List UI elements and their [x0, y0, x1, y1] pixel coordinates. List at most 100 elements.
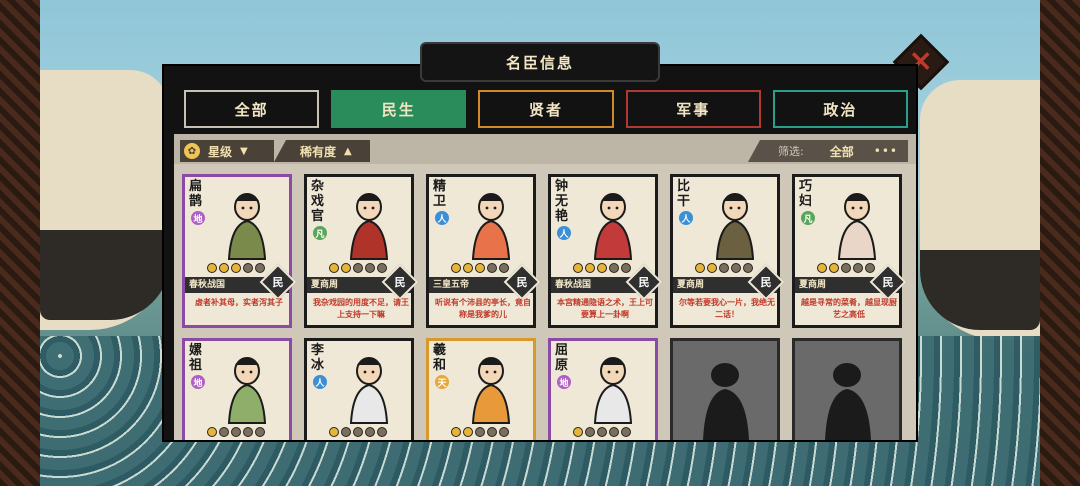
title-plate: 名臣信息	[420, 42, 660, 82]
star-icon	[219, 263, 229, 273]
star-icon	[829, 263, 839, 273]
chevron-up-icon: ▲	[344, 145, 352, 157]
category-tabs: 全部 民生 贤者 军事 政治	[184, 90, 909, 130]
star-icon	[377, 263, 387, 273]
minister-name: 巧妇	[799, 179, 813, 209]
star-icon	[499, 263, 509, 273]
star-icon	[475, 427, 485, 437]
minister-card[interactable]: 屈原地	[548, 338, 658, 440]
star-icon	[365, 263, 375, 273]
star-icon	[609, 263, 619, 273]
star-icon	[341, 263, 351, 273]
minister-portrait-icon	[471, 357, 511, 424]
tier-badge: 地	[557, 375, 571, 389]
tab-4[interactable]: 政治	[772, 90, 909, 128]
minister-card[interactable]: 嫘祖地	[182, 338, 292, 440]
category-tag-label: 民	[394, 276, 406, 289]
minister-quote: 尔等若要我心一片，我绝无二话！	[679, 298, 775, 319]
category-tag: 民	[747, 263, 785, 301]
tab-2[interactable]: 贤者	[478, 90, 614, 128]
tab-1[interactable]: 民生	[331, 90, 467, 128]
minister-name: 李冰	[311, 343, 325, 373]
more-options-icon: •••	[873, 144, 898, 158]
chevron-down-icon: ▼	[240, 145, 248, 157]
tab-3[interactable]: 军事	[625, 90, 761, 128]
tab-label: 民生	[381, 100, 416, 119]
minister-portrait-icon	[715, 193, 755, 260]
category-tag-label: 民	[638, 276, 650, 289]
category-tag-label: 民	[272, 276, 284, 289]
locked-silhouette-icon	[703, 363, 749, 440]
tab-label: 贤者	[529, 100, 564, 119]
filter-label: 筛选:	[778, 145, 804, 158]
rarity-sort-button[interactable]: 稀有度 ▲	[274, 140, 370, 162]
star-icon	[341, 427, 351, 437]
star-icon	[841, 263, 851, 273]
minister-card[interactable]: 扁鹊地春秋战国民虚者补其母，实者泻其子	[182, 174, 297, 328]
minister-card[interactable]: ???	[670, 338, 780, 440]
star-icon	[597, 427, 607, 437]
minister-card[interactable]: ???	[792, 338, 902, 440]
star-icon	[597, 263, 607, 273]
minister-name: 屈原	[555, 343, 569, 373]
tier-badge: 人	[557, 226, 571, 240]
star-icon	[487, 263, 497, 273]
tier-badge: 凡	[313, 226, 327, 240]
minister-name: 羲和	[433, 343, 447, 373]
minister-card[interactable]: 杂戏官凡夏商周民我杂戏园的用度不足，请王上支持一下嘛	[304, 174, 419, 328]
locked-silhouette-icon	[825, 363, 871, 440]
minister-card[interactable]: 比干人夏商周民尔等若要我心一片，我绝无二话！	[670, 174, 785, 328]
minister-name: 精卫	[433, 179, 447, 209]
tier-badge: 天	[435, 375, 449, 389]
minister-quote: 听说有个沛县的亭长，竟自称是我爹的儿	[435, 298, 531, 319]
minister-portrait-icon	[593, 193, 633, 260]
star-icon	[731, 263, 741, 273]
star-icon	[621, 427, 631, 437]
star-icon	[707, 263, 717, 273]
minister-card[interactable]: 钟无艳人春秋战国民本宫精通隐语之术，王上可要算上一卦啊	[548, 174, 663, 328]
tier-badge: 人	[313, 375, 327, 389]
star-icon	[585, 427, 595, 437]
star-icon	[499, 427, 509, 437]
minister-card[interactable]: 精卫人三皇五帝民听说有个沛县的亭长，竟自称是我爹的儿	[426, 174, 541, 328]
category-tag: 民	[869, 263, 907, 301]
star-rating	[573, 263, 631, 273]
star-sort-button[interactable]: ✿ 星级 ▼	[180, 140, 274, 162]
star-badge-icon: ✿	[184, 143, 200, 159]
star-rating	[695, 263, 753, 273]
tab-0[interactable]: 全部	[184, 90, 320, 128]
tab-label: 全部	[234, 100, 269, 119]
star-rating	[329, 427, 387, 437]
star-icon	[231, 263, 241, 273]
star-icon	[353, 427, 363, 437]
category-tag: 民	[503, 263, 541, 301]
minister-portrait-icon	[227, 357, 267, 424]
filter-dropdown[interactable]: 筛选: 全部 •••	[748, 140, 908, 162]
minister-portrait-icon	[227, 193, 267, 260]
minister-card[interactable]: 巧妇凡夏商周民越是寻常的菜肴，越显现厨艺之高低	[792, 174, 907, 328]
minister-quote: 我杂戏园的用度不足，请王上支持一下嘛	[313, 298, 409, 319]
star-icon	[609, 427, 619, 437]
filter-value: 全部	[829, 144, 854, 159]
minister-name: 杂戏官	[311, 179, 325, 224]
star-rating	[573, 427, 631, 437]
minister-quote: 本宫精通隐语之术，王上可要算上一卦啊	[557, 298, 653, 319]
star-icon	[865, 263, 875, 273]
rarity-sort-label: 稀有度	[300, 144, 337, 159]
minister-card[interactable]: 李冰人	[304, 338, 414, 440]
star-icon	[451, 427, 461, 437]
minister-portrait-icon	[837, 193, 877, 260]
star-rating	[817, 263, 875, 273]
minister-portrait-icon	[349, 193, 389, 260]
star-icon	[255, 427, 265, 437]
star-icon	[243, 427, 253, 437]
tab-label: 政治	[823, 100, 858, 119]
minister-name: 钟无艳	[555, 179, 569, 224]
category-tag: 民	[259, 263, 297, 301]
star-sort-label: 星级	[208, 144, 233, 159]
minister-portrait-icon	[349, 357, 389, 424]
minister-portrait-icon	[471, 193, 511, 260]
minister-quote: 虚者补其母，实者泻其子	[195, 298, 283, 307]
minister-card[interactable]: 羲和天	[426, 338, 536, 440]
tier-badge: 地	[191, 211, 205, 225]
